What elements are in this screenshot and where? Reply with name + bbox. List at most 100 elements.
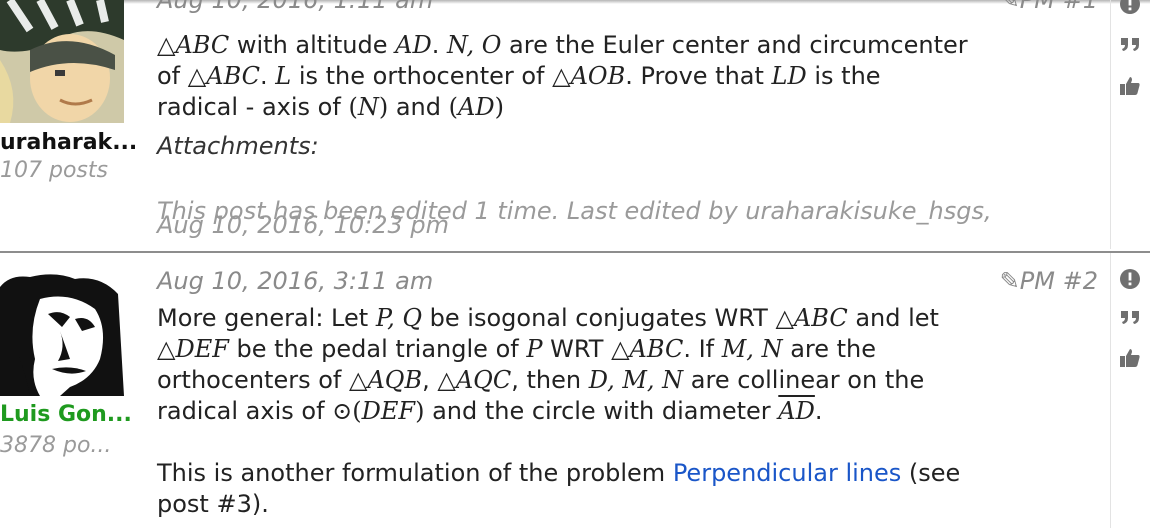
- report-icon[interactable]: [1118, 0, 1142, 16]
- math-symbol: △: [437, 366, 456, 394]
- text: are the: [782, 335, 877, 363]
- math-symbol: ): [378, 93, 389, 121]
- edit-icon[interactable]: ✎: [1000, 0, 1020, 14]
- body-line: radical - axis of (N) and (AD): [157, 92, 1057, 123]
- text: of: [157, 62, 188, 90]
- text: .: [260, 62, 276, 90]
- math-text: ABC: [206, 62, 261, 90]
- math-text: L: [275, 62, 292, 90]
- post-date[interactable]: Aug 10, 2016, 3:11 am: [157, 267, 433, 295]
- text: .: [814, 397, 823, 425]
- text: (see: [901, 459, 961, 487]
- pm-link[interactable]: PM: [1020, 267, 1055, 295]
- math-text: AOB: [570, 62, 626, 90]
- post-1: uraharak... 107 posts Aug 10, 2016, 1:11…: [0, 0, 1150, 249]
- math-symbol: ⊙: [332, 397, 353, 425]
- avatar[interactable]: [0, 269, 124, 396]
- post-number[interactable]: #2: [1063, 267, 1098, 295]
- post-sidebar: [1110, 253, 1150, 528]
- post-meta: ✎PM #1: [1000, 0, 1098, 14]
- text: .: [431, 31, 447, 59]
- math-text: DEF: [361, 397, 416, 425]
- body-line: radical axis of ⊙(DEF) and the circle wi…: [157, 396, 1057, 427]
- math-text: AQB: [367, 366, 423, 394]
- math-text: N: [357, 93, 379, 121]
- text: . If: [683, 335, 722, 363]
- post-meta: ✎PM #2: [1000, 267, 1098, 295]
- math-text: M, N: [721, 335, 783, 363]
- math-text: P: [526, 335, 543, 363]
- math-text: AD: [457, 93, 495, 121]
- text: radical axis of: [157, 397, 333, 425]
- post-count: 107 posts: [0, 158, 108, 183]
- math-text: AQC: [455, 366, 512, 394]
- math-text: AD: [395, 31, 432, 59]
- post-body: More general: Let P, Q be isogonal conju…: [157, 303, 1057, 520]
- username[interactable]: Luis Gon...: [0, 402, 132, 427]
- text: and let: [847, 304, 939, 332]
- username[interactable]: uraharak...: [0, 130, 137, 155]
- text: . Prove that: [625, 62, 772, 90]
- math-symbol: △: [157, 335, 176, 363]
- quote-icon[interactable]: [1118, 32, 1142, 56]
- like-icon[interactable]: [1118, 74, 1142, 98]
- math-symbol: △: [611, 335, 630, 363]
- text: with altitude: [229, 31, 396, 59]
- report-icon[interactable]: [1118, 267, 1142, 291]
- body-line: post #3).: [157, 489, 1057, 520]
- body-line: of △ABC. L is the orthocenter of △AOB. P…: [157, 61, 1057, 92]
- math-symbol: (: [448, 93, 458, 121]
- text: are the Euler center and circumcenter: [501, 31, 968, 59]
- text: are collinear on the: [683, 366, 925, 394]
- text: This is another formulation of the probl…: [157, 459, 673, 487]
- math-symbol: ): [494, 93, 504, 121]
- edit-icon[interactable]: ✎: [1000, 267, 1020, 295]
- text: , then: [511, 366, 589, 394]
- attachments-label: Attachments:: [157, 132, 319, 160]
- post-2: Luis Gon... 3878 po... Aug 10, 2016, 3:1…: [0, 251, 1150, 528]
- math-text: DEF: [175, 335, 229, 363]
- math-text: N, O: [446, 31, 502, 59]
- math-symbol: △: [187, 62, 207, 90]
- math-text: LD: [771, 62, 807, 90]
- topic-link[interactable]: Perpendicular lines: [673, 459, 901, 487]
- post-body: △ABC with altitude AD. N, O are the Eule…: [157, 30, 1057, 123]
- math-text: P, Q: [375, 304, 423, 332]
- post-count: 3878 po...: [0, 433, 112, 458]
- quote-icon[interactable]: [1118, 305, 1142, 329]
- text: is the: [806, 62, 881, 90]
- text: ,: [422, 366, 438, 394]
- post-date[interactable]: Aug 10, 2016, 1:11 am: [157, 0, 433, 14]
- body-line: △ABC with altitude AD. N, O are the Eule…: [157, 30, 1057, 61]
- text: post #3).: [157, 490, 269, 518]
- like-icon[interactable]: [1118, 346, 1142, 370]
- text: is the orthocenter of: [291, 62, 553, 90]
- math-text: ABC: [793, 304, 848, 332]
- text: and: [388, 93, 449, 121]
- text: orthocenters of: [157, 366, 349, 394]
- text: be the pedal triangle of: [228, 335, 527, 363]
- math-symbol: △: [157, 31, 176, 59]
- avatar[interactable]: [0, 0, 124, 123]
- math-symbol: △: [775, 304, 794, 332]
- pm-link[interactable]: PM: [1020, 0, 1055, 14]
- body-line: This is another formulation of the probl…: [157, 458, 1057, 489]
- text: WRT: [542, 335, 612, 363]
- body-line: orthocenters of △AQB, △AQC, then D, M, N…: [157, 365, 1057, 396]
- math-text: AD: [778, 397, 815, 425]
- post-number[interactable]: #1: [1063, 0, 1098, 14]
- math-text: ABC: [175, 31, 230, 59]
- text: More general: Let: [157, 304, 376, 332]
- edit-notice: This post has been edited 1 time. Last e…: [157, 199, 1077, 237]
- math-symbol: △: [348, 366, 368, 394]
- body-line: More general: Let P, Q be isogonal conju…: [157, 303, 1057, 334]
- math-symbol: △: [552, 62, 571, 90]
- text: and the circle with diameter: [424, 397, 779, 425]
- text: be isogonal conjugates WRT: [422, 304, 776, 332]
- math-symbol: (: [352, 397, 362, 425]
- text: radical - axis of: [157, 93, 349, 121]
- math-text: ABC: [629, 335, 684, 363]
- body-line: △DEF be the pedal triangle of P WRT △ABC…: [157, 334, 1057, 365]
- math-text: D, M, N: [588, 366, 684, 394]
